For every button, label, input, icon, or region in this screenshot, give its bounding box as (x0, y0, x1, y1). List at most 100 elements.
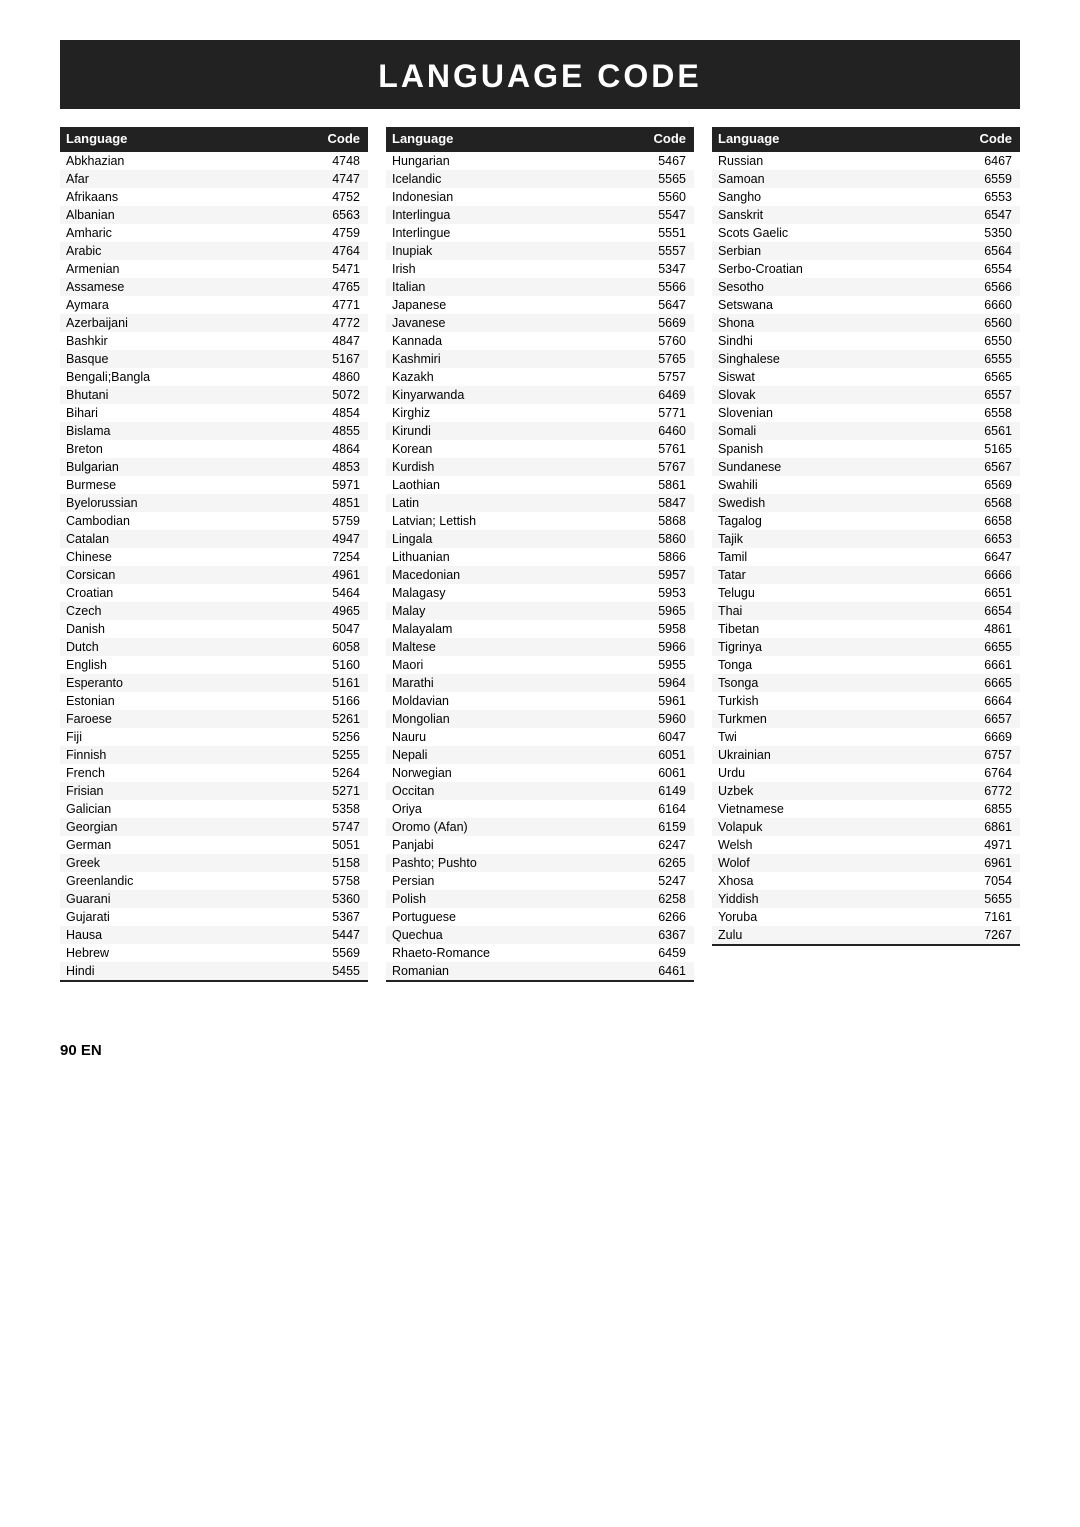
table-row: Lingala5860 (386, 530, 694, 548)
table-row: Basque5167 (60, 350, 368, 368)
table-row: Latin5847 (386, 494, 694, 512)
lang-name: Marathi (386, 674, 640, 692)
table-row: Sangho6553 (712, 188, 1020, 206)
lang-name: Interlingue (386, 224, 640, 242)
lang-code: 6461 (640, 962, 694, 981)
lang-name: Nepali (386, 746, 640, 764)
table-row: Bihari4854 (60, 404, 368, 422)
lang-name: Uzbek (712, 782, 966, 800)
lang-code: 5669 (640, 314, 694, 332)
table-row: Serbo-Croatian6554 (712, 260, 1020, 278)
table-row: Sesotho6566 (712, 278, 1020, 296)
lang-code: 4765 (314, 278, 368, 296)
table-row: Faroese5261 (60, 710, 368, 728)
lang-name: Bashkir (60, 332, 314, 350)
lang-code: 5358 (314, 800, 368, 818)
lang-code: 6047 (640, 728, 694, 746)
lang-code: 5569 (314, 944, 368, 962)
table-row: Czech4965 (60, 602, 368, 620)
lang-code: 5566 (640, 278, 694, 296)
lang-code: 6459 (640, 944, 694, 962)
lang-name: Scots Gaelic (712, 224, 966, 242)
lang-code: 6661 (966, 656, 1020, 674)
table-row: Danish5047 (60, 620, 368, 638)
table-row: Mongolian5960 (386, 710, 694, 728)
lang-code: 5367 (314, 908, 368, 926)
table-row: Tsonga6665 (712, 674, 1020, 692)
lang-code: 6861 (966, 818, 1020, 836)
lang-code: 6555 (966, 350, 1020, 368)
table-row: Icelandic5565 (386, 170, 694, 188)
lang-name: Mongolian (386, 710, 640, 728)
lang-code: 5247 (640, 872, 694, 890)
table-row: Swahili6569 (712, 476, 1020, 494)
lang-code: 4971 (966, 836, 1020, 854)
lang-name: Oromo (Afan) (386, 818, 640, 836)
table-row: Breton4864 (60, 440, 368, 458)
lang-name: Serbian (712, 242, 966, 260)
table-row: Maori5955 (386, 656, 694, 674)
table-row: Samoan6559 (712, 170, 1020, 188)
table-row: Interlingue5551 (386, 224, 694, 242)
page-title: LANGUAGE CODE (60, 40, 1020, 109)
lang-code: 6961 (966, 854, 1020, 872)
lang-code: 7161 (966, 908, 1020, 926)
lang-code: 6469 (640, 386, 694, 404)
lang-name: Kannada (386, 332, 640, 350)
lang-name: Slovak (712, 386, 966, 404)
lang-code: 6547 (966, 206, 1020, 224)
lang-code: 5455 (314, 962, 368, 981)
lang-code: 6658 (966, 512, 1020, 530)
lang-code: 5161 (314, 674, 368, 692)
table-row: Corsican4961 (60, 566, 368, 584)
table-row: Galician5358 (60, 800, 368, 818)
table-row: Xhosa7054 (712, 872, 1020, 890)
table-row: Bengali;Bangla4860 (60, 368, 368, 386)
lang-name: Sundanese (712, 458, 966, 476)
lang-code: 5960 (640, 710, 694, 728)
column-2: Language Code Hungarian5467Icelandic5565… (386, 127, 694, 982)
lang-name: Sangho (712, 188, 966, 206)
table-row: Hindi5455 (60, 962, 368, 981)
lang-name: Slovenian (712, 404, 966, 422)
footer-text: 90 EN (60, 1042, 1020, 1059)
lang-code: 6651 (966, 584, 1020, 602)
lang-name: Lingala (386, 530, 640, 548)
table-row: Yiddish5655 (712, 890, 1020, 908)
table-row: Kashmiri5765 (386, 350, 694, 368)
table-row: Guarani5360 (60, 890, 368, 908)
lang-name: Sanskrit (712, 206, 966, 224)
lang-code: 5760 (640, 332, 694, 350)
lang-name: Occitan (386, 782, 640, 800)
table-row: Kinyarwanda6469 (386, 386, 694, 404)
lang-code: 4747 (314, 170, 368, 188)
lang-code: 4748 (314, 151, 368, 170)
lang-name: Indonesian (386, 188, 640, 206)
lang-name: Setswana (712, 296, 966, 314)
lang-name: Bislama (60, 422, 314, 440)
table-row: Inupiak5557 (386, 242, 694, 260)
lang-name: Russian (712, 151, 966, 170)
lang-name: Turkish (712, 692, 966, 710)
lang-name: Byelorussian (60, 494, 314, 512)
lang-name: Sindhi (712, 332, 966, 350)
lang-name: Yoruba (712, 908, 966, 926)
lang-code: 5757 (640, 368, 694, 386)
lang-code: 5759 (314, 512, 368, 530)
lang-name: Bulgarian (60, 458, 314, 476)
table-row: Pashto; Pushto6265 (386, 854, 694, 872)
table-row: Afrikaans4752 (60, 188, 368, 206)
lang-name: Galician (60, 800, 314, 818)
lang-code: 4759 (314, 224, 368, 242)
lang-name: Norwegian (386, 764, 640, 782)
table-row: Kazakh5757 (386, 368, 694, 386)
lang-name: Maltese (386, 638, 640, 656)
lang-code: 6669 (966, 728, 1020, 746)
lang-name: Croatian (60, 584, 314, 602)
lang-name: Swedish (712, 494, 966, 512)
table-row: Wolof6961 (712, 854, 1020, 872)
table-row: Burmese5971 (60, 476, 368, 494)
lang-name: Persian (386, 872, 640, 890)
lang-name: Bengali;Bangla (60, 368, 314, 386)
lang-code: 6266 (640, 908, 694, 926)
